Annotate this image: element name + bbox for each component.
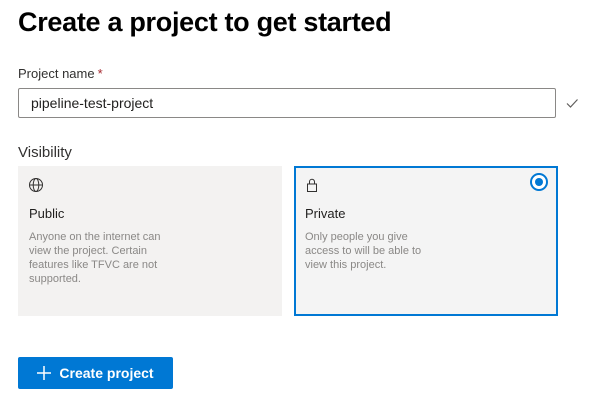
page-title: Create a project to get started [18, 7, 392, 37]
visibility-option-title: Public [29, 206, 65, 221]
visibility-option-description: Only people you give access to will be a… [305, 231, 422, 271]
project-name-label: Project name * [18, 66, 103, 81]
visibility-label: Visibility [18, 144, 72, 161]
checkmark-icon [566, 99, 578, 108]
globe-icon [29, 178, 43, 192]
required-marker: * [97, 66, 103, 81]
visibility-option-public[interactable]: Public Anyone on the internet can view t… [18, 166, 282, 316]
project-name-input[interactable] [18, 88, 556, 118]
create-project-button[interactable]: Create project [18, 357, 173, 389]
radio-dot [535, 178, 543, 186]
project-name-label-text: Project name [18, 66, 95, 81]
selected-radio[interactable] [530, 173, 548, 191]
visibility-option-private[interactable]: Private Only people you give access to w… [294, 166, 558, 316]
visibility-option-title: Private [305, 206, 346, 221]
plus-icon [37, 366, 52, 380]
visibility-option-description: Anyone on the internet can view the proj… [29, 231, 161, 285]
create-project-label: Create project [59, 365, 154, 381]
lock-icon [307, 178, 317, 192]
